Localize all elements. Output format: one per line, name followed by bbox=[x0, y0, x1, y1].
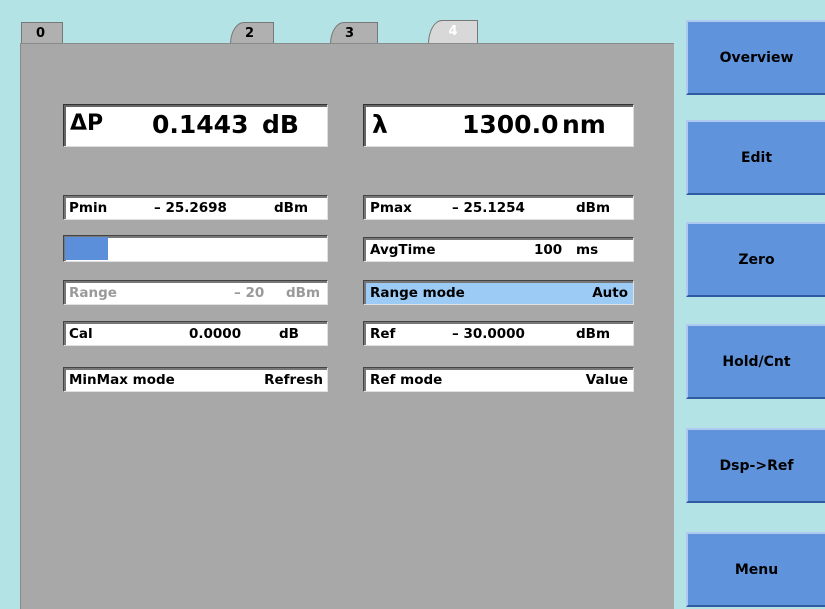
delta-p-symbol: ΔP bbox=[70, 111, 104, 136]
tab-3-label: 3 bbox=[345, 26, 355, 41]
delta-p-unit: dB bbox=[262, 110, 299, 139]
zero-button[interactable]: Zero bbox=[686, 222, 825, 297]
range-field[interactable]: Range – 20 dBm bbox=[63, 280, 328, 305]
cal-unit: dB bbox=[279, 326, 299, 342]
tab-0[interactable]: 0 bbox=[21, 22, 63, 44]
wavelength-display: λ 1300.0 nm bbox=[363, 104, 634, 147]
range-mode-field[interactable]: Range mode Auto bbox=[363, 280, 634, 305]
wavelength-unit: nm bbox=[562, 110, 606, 139]
wavelength-value: 1300.0 bbox=[462, 110, 559, 139]
menu-button[interactable]: Menu bbox=[686, 532, 825, 607]
cal-value: 0.0000 bbox=[189, 326, 242, 342]
pmax-value: – 25.1254 bbox=[452, 200, 525, 216]
tab-2[interactable]: 2 bbox=[230, 22, 274, 44]
pmax-label: Pmax bbox=[370, 200, 412, 216]
minmax-mode-label: MinMax mode bbox=[69, 372, 175, 388]
range-unit: dBm bbox=[286, 285, 321, 301]
avgtime-unit: ms bbox=[576, 242, 599, 258]
cal-field[interactable]: Cal 0.0000 dB bbox=[63, 321, 328, 346]
ref-field[interactable]: Ref – 30.0000 dBm bbox=[363, 321, 634, 346]
ref-label: Ref bbox=[370, 326, 396, 342]
minmax-mode-value: Refresh bbox=[264, 372, 323, 388]
dsp-ref-button-label: Dsp->Ref bbox=[719, 457, 794, 474]
hold-cnt-button[interactable]: Hold/Cnt bbox=[686, 324, 825, 399]
pmax-unit: dBm bbox=[576, 200, 611, 216]
ref-mode-value: Value bbox=[585, 372, 628, 388]
overview-button[interactable]: Overview bbox=[686, 20, 825, 95]
pmin-value: – 25.2698 bbox=[154, 200, 227, 216]
delta-p-display: ΔP 0.1443 dB bbox=[63, 104, 328, 147]
tab-3[interactable]: 3 bbox=[330, 22, 378, 44]
level-bar bbox=[63, 235, 328, 262]
edit-button[interactable]: Edit bbox=[686, 120, 825, 195]
avgtime-label: AvgTime bbox=[370, 242, 436, 258]
pmax-field: Pmax – 25.1254 dBm bbox=[363, 195, 634, 220]
wavelength-symbol: λ bbox=[372, 110, 388, 139]
delta-p-value: 0.1443 bbox=[152, 110, 249, 139]
ref-unit: dBm bbox=[576, 326, 611, 342]
cal-label: Cal bbox=[69, 326, 93, 342]
range-mode-value: Auto bbox=[592, 285, 628, 301]
hold-cnt-button-label: Hold/Cnt bbox=[722, 353, 791, 370]
ref-value: – 30.0000 bbox=[452, 326, 525, 342]
tab-4[interactable]: 4 bbox=[428, 20, 478, 44]
range-mode-label: Range mode bbox=[370, 285, 465, 301]
menu-button-label: Menu bbox=[734, 561, 779, 578]
overview-button-label: Overview bbox=[719, 49, 794, 66]
dsp-ref-button[interactable]: Dsp->Ref bbox=[686, 428, 825, 503]
pmin-field: Pmin – 25.2698 dBm bbox=[63, 195, 328, 220]
tab-4-label: 4 bbox=[448, 24, 458, 39]
ref-mode-field[interactable]: Ref mode Value bbox=[363, 367, 634, 392]
pmin-unit: dBm bbox=[274, 200, 309, 216]
tab-0-label: 0 bbox=[36, 26, 46, 41]
avgtime-value: 100 bbox=[534, 242, 563, 258]
edit-button-label: Edit bbox=[740, 149, 773, 166]
avgtime-field[interactable]: AvgTime 100 ms bbox=[363, 237, 634, 262]
ref-mode-label: Ref mode bbox=[370, 372, 443, 388]
zero-button-label: Zero bbox=[738, 251, 775, 268]
range-label: Range bbox=[69, 285, 117, 301]
minmax-mode-field[interactable]: MinMax mode Refresh bbox=[63, 367, 328, 392]
level-bar-fill bbox=[65, 237, 109, 260]
tab-2-label: 2 bbox=[245, 26, 255, 41]
pmin-label: Pmin bbox=[69, 200, 108, 216]
range-value: – 20 bbox=[234, 285, 265, 301]
